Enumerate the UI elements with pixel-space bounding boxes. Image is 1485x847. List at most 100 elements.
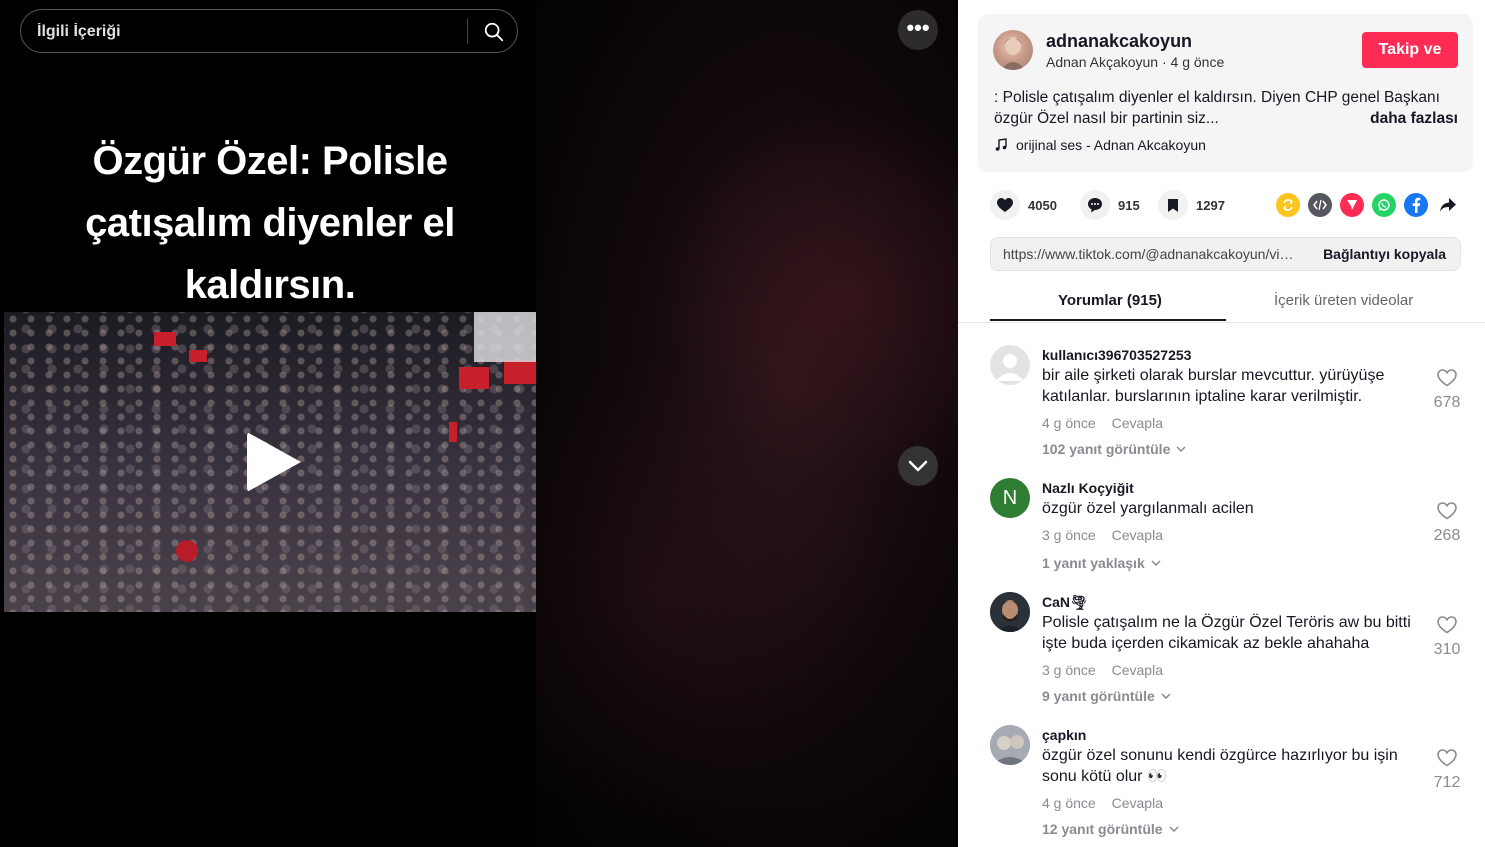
avatar[interactable] — [990, 592, 1030, 632]
comment-meta: 3 g önce Cevapla — [1042, 527, 1175, 543]
comment-username[interactable]: CaN🌪 — [1042, 594, 1088, 611]
avatar[interactable]: N — [990, 478, 1030, 518]
author-card: adnanakcakoyun Adnan Akçakoyun · 4 g önc… — [978, 14, 1473, 172]
chevron-down-icon — [1169, 826, 1179, 832]
music-label: orijinal ses - Adnan Akcakoyun — [1016, 137, 1206, 153]
comment-line: özgür özel sonunu kendi özgürce hazırlıy… — [1042, 747, 1398, 764]
tab-comments[interactable]: Yorumlar (915) — [1058, 292, 1162, 309]
author-avatar[interactable] — [993, 30, 1033, 70]
reply-button[interactable]: Cevapla — [1112, 662, 1163, 678]
comment-text: bir aile şirketi olarak burslar mevcuttu… — [1042, 365, 1432, 407]
embed-icon[interactable] — [1308, 193, 1332, 217]
reply-button[interactable]: Cevapla — [1112, 795, 1163, 811]
save-count: 1297 — [1196, 197, 1225, 213]
comment-line: bir aile şirketi olarak burslar mevcuttu… — [1042, 367, 1385, 384]
send-icon[interactable] — [1340, 193, 1364, 217]
view-replies-button[interactable]: 9 yanıt görüntüle — [1042, 688, 1171, 704]
search-icon[interactable] — [483, 21, 505, 43]
view-replies-label: 102 yanıt görüntüle — [1042, 441, 1171, 457]
comment-count: 915 — [1118, 197, 1140, 213]
video-url[interactable]: https://www.tiktok.com/@adnanakcakoyun/v… — [1003, 246, 1298, 262]
comment-time: 4 g önce — [1042, 415, 1096, 431]
comment-username[interactable]: Nazlı Koçyiğit — [1042, 480, 1134, 496]
next-video-chevron-down-icon[interactable] — [898, 446, 938, 486]
comment-line: Polisle çatışalım ne la Özgür Özel Terör… — [1042, 614, 1411, 631]
search-bar — [20, 9, 518, 53]
comment-text: özgür özel sonunu kendi özgürce hazırlıy… — [1042, 745, 1432, 787]
overlay-line-1: Özgür Özel: Polisle — [92, 139, 448, 183]
follow-button[interactable]: Takip ve — [1362, 32, 1458, 68]
heart-outline-icon — [1437, 616, 1457, 634]
video-area: Özgür Özel: Polisle çatışalım diyenler e… — [0, 0, 958, 847]
comment-item: kullanıcı396703527253 bir aile şirketi o… — [990, 345, 1460, 470]
side-panel: adnanakcakoyun Adnan Akçakoyun · 4 g önc… — [958, 0, 1485, 847]
description-line-1: : Polisle çatışalım diyenler el kaldırsı… — [994, 89, 1440, 106]
whatsapp-icon[interactable] — [1372, 193, 1396, 217]
repost-icon[interactable] — [1276, 193, 1300, 217]
heart-outline-icon — [1437, 749, 1457, 767]
comment-meta: 3 g önce Cevapla — [1042, 662, 1175, 678]
view-replies-label: 1 yanıt yaklaşık — [1042, 555, 1145, 571]
heart-icon — [990, 190, 1020, 220]
overlay-line-2: çatışalım diyenler el — [85, 201, 455, 245]
play-button[interactable] — [247, 432, 301, 492]
see-more-link[interactable]: daha fazlası — [1370, 108, 1458, 129]
comment-line: işte buda içerden cikamicak az bekle aha… — [1042, 635, 1370, 652]
author-display-name[interactable]: Adnan Akçakoyun — [1046, 54, 1158, 70]
comment-line: özgür özel yargılanmalı acilen — [1042, 500, 1254, 517]
copy-link-button[interactable]: Bağlantıyı kopyala — [1323, 246, 1446, 262]
comment-item: N Nazlı Koçyiğit özgür özel yargılanmalı… — [990, 478, 1460, 578]
share-arrow-icon[interactable] — [1436, 193, 1460, 217]
comment-meta: 4 g önce Cevapla — [1042, 795, 1175, 811]
author-username[interactable]: adnanakcakoyun — [1046, 31, 1192, 52]
comment-text: özgür özel yargılanmalı acilen — [1042, 498, 1432, 519]
search-divider — [467, 18, 468, 44]
reply-button[interactable]: Cevapla — [1112, 415, 1163, 431]
chevron-down-icon — [1161, 693, 1171, 699]
view-replies-label: 9 yanıt görüntüle — [1042, 688, 1155, 704]
save-action[interactable]: 1297 — [1158, 190, 1225, 220]
comment-username[interactable]: kullanıcı396703527253 — [1042, 347, 1191, 363]
separator-dot: · — [1161, 54, 1171, 70]
comment-time: 4 g önce — [1042, 795, 1096, 811]
comment-username[interactable]: çapkın — [1042, 727, 1086, 743]
more-options-icon[interactable]: ••• — [898, 10, 938, 50]
comment-item: çapkın özgür özel sonunu kendi özgürce h… — [990, 725, 1460, 847]
comment-like-button[interactable]: 712 — [1426, 749, 1468, 792]
view-replies-button[interactable]: 12 yanıt görüntüle — [1042, 821, 1179, 837]
overlay-line-3: kaldırsın. — [184, 263, 356, 307]
comment-like-count: 678 — [1433, 394, 1461, 411]
comment-bubble-icon — [1080, 190, 1110, 220]
link-box: https://www.tiktok.com/@adnanakcakoyun/v… — [990, 237, 1461, 271]
comment-like-button[interactable]: 268 — [1426, 502, 1468, 545]
action-bar: 4050 915 1297 — [990, 190, 1460, 220]
avatar[interactable] — [990, 725, 1030, 765]
comment-line: katılanlar. burslarının iptaline karar v… — [1042, 388, 1363, 405]
post-time: 4 g önce — [1170, 54, 1225, 70]
video-player[interactable]: Özgür Özel: Polisle çatışalım diyenler e… — [4, 0, 536, 847]
bookmark-icon — [1158, 190, 1188, 220]
comment-action[interactable]: 915 — [1080, 190, 1140, 220]
view-replies-button[interactable]: 102 yanıt görüntüle — [1042, 441, 1186, 457]
description-line-2: özgür Özel nasıl bir partinin siz... — [994, 110, 1219, 127]
view-replies-button[interactable]: 1 yanıt yaklaşık — [1042, 555, 1161, 571]
comment-text: Polisle çatışalım ne la Özgür Özel Terör… — [1042, 612, 1432, 654]
comment-like-button[interactable]: 678 — [1426, 369, 1468, 412]
facebook-icon[interactable] — [1404, 193, 1428, 217]
reply-button[interactable]: Cevapla — [1112, 527, 1163, 543]
comment-like-count: 310 — [1433, 641, 1461, 658]
tab-creator-videos[interactable]: İçerik üreten videolar — [1274, 292, 1413, 309]
like-count: 4050 — [1028, 197, 1057, 213]
author-subline: Adnan Akçakoyun · 4 g önce — [1046, 54, 1224, 70]
search-input[interactable] — [35, 16, 459, 48]
video-description: : Polisle çatışalım diyenler el kaldırsı… — [994, 87, 1460, 129]
music-note-icon — [995, 138, 1007, 151]
like-action[interactable]: 4050 — [990, 190, 1057, 220]
view-replies-label: 12 yanıt görüntüle — [1042, 821, 1163, 837]
heart-outline-icon — [1437, 502, 1457, 520]
chevron-down-icon — [1151, 560, 1161, 566]
comment-like-button[interactable]: 310 — [1426, 616, 1468, 659]
music-info[interactable]: orijinal ses - Adnan Akcakoyun — [994, 137, 1206, 153]
comment-like-count: 712 — [1433, 774, 1461, 791]
default-avatar-icon[interactable] — [990, 345, 1030, 385]
